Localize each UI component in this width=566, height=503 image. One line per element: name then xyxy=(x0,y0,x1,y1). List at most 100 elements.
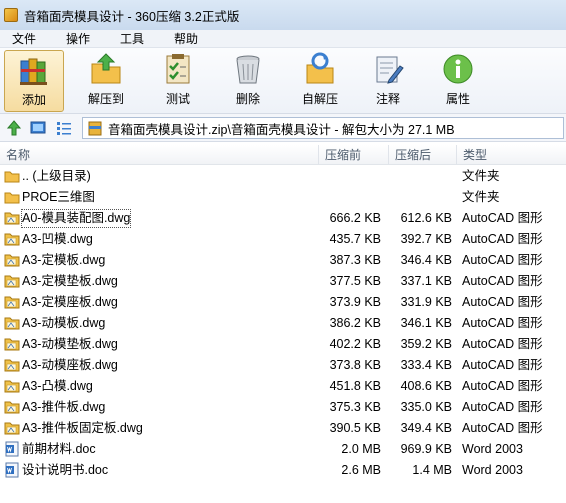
file-size: 402.2 KB xyxy=(329,337,381,351)
file-packed-size: 335.0 KB xyxy=(400,400,452,414)
file-packed-size: 612.6 KB xyxy=(400,211,452,225)
file-row[interactable]: A3-定模板.dwg 387.3 KB 346.4 KB AutoCAD 图形 xyxy=(0,250,566,271)
dwg-file-icon xyxy=(4,233,20,246)
file-row[interactable]: A3-动模板.dwg 386.2 KB 346.1 KB AutoCAD 图形 xyxy=(0,313,566,334)
test-checklist-icon xyxy=(166,54,190,84)
title-bar: 音箱面壳模具设计 - 360压缩 3.2正式版 xyxy=(0,0,566,30)
file-type: AutoCAD 图形 xyxy=(462,400,543,414)
file-row[interactable]: 设计说明书.doc 2.6 MB 1.4 MB Word 2003 xyxy=(0,460,566,481)
file-name: A3-定模座板.dwg xyxy=(22,295,118,309)
self-extract-icon xyxy=(306,52,334,84)
file-row[interactable]: A3-定模座板.dwg 373.9 KB 331.9 KB AutoCAD 图形 xyxy=(0,292,566,313)
add-label: 添加 xyxy=(21,93,46,107)
file-row[interactable]: A3-凹模.dwg 435.7 KB 392.7 KB AutoCAD 图形 xyxy=(0,229,566,250)
file-row[interactable]: A3-推件板.dwg 375.3 KB 335.0 KB AutoCAD 图形 xyxy=(0,397,566,418)
up-arrow-icon[interactable] xyxy=(6,120,22,136)
thumbnail-view-icon[interactable] xyxy=(30,120,46,136)
dwg-file-icon xyxy=(4,275,20,288)
file-packed-size: 346.1 KB xyxy=(400,316,452,330)
menu-operation[interactable]: 操作 xyxy=(60,30,96,47)
add-button[interactable]: 添加 xyxy=(4,50,64,112)
file-size: 390.5 KB xyxy=(329,421,381,435)
column-name[interactable]: 名称 xyxy=(0,145,318,165)
file-type: AutoCAD 图形 xyxy=(462,232,543,246)
test-label: 测试 xyxy=(165,92,190,106)
properties-label: 属性 xyxy=(445,92,470,106)
window-title: 音箱面壳模具设计 - 360压缩 3.2正式版 xyxy=(24,9,240,24)
address-path: 音箱面壳模具设计.zip\音箱面壳模具设计 - 解包大小为 27.1 MB xyxy=(108,122,455,137)
file-type: AutoCAD 图形 xyxy=(462,358,543,372)
file-row[interactable]: A0-模具装配图.dwg 666.2 KB 612.6 KB AutoCAD 图形 xyxy=(0,208,566,229)
archive-icon xyxy=(88,121,102,136)
dwg-file-icon xyxy=(4,401,20,414)
file-type: 文件夹 xyxy=(462,190,500,204)
file-row[interactable]: A3-动模垫板.dwg 402.2 KB 359.2 KB AutoCAD 图形 xyxy=(0,334,566,355)
column-type[interactable]: 类型 xyxy=(456,145,566,165)
file-packed-size xyxy=(388,189,452,206)
file-type: AutoCAD 图形 xyxy=(462,316,543,330)
file-row[interactable]: 前期材料.doc 2.0 MB 969.9 KB Word 2003 xyxy=(0,439,566,460)
file-packed-size: 331.9 KB xyxy=(400,295,452,309)
file-packed-size: 392.7 KB xyxy=(400,232,452,246)
toolbar: 添加 解压到 测试 删除 自解压 注释 属性 xyxy=(0,48,566,114)
file-row[interactable]: .. (上级目录) 文件夹 xyxy=(0,166,566,187)
file-size: 375.3 KB xyxy=(329,400,381,414)
comment-notepad-icon xyxy=(376,56,404,84)
file-packed-size: 969.9 KB xyxy=(400,442,452,456)
menu-bar: 文件 操作 工具 帮助 xyxy=(0,30,566,48)
file-size: 451.8 KB xyxy=(329,379,381,393)
delete-trash-icon xyxy=(236,55,260,84)
file-name: A3-动模垫板.dwg xyxy=(22,337,118,351)
file-packed-size: 337.1 KB xyxy=(400,274,452,288)
properties-button[interactable]: 属性 xyxy=(428,50,488,112)
file-name: A3-动模板.dwg xyxy=(22,316,106,330)
dwg-file-icon xyxy=(4,296,20,309)
file-type: Word 2003 xyxy=(462,442,523,456)
file-name: A3-定模垫板.dwg xyxy=(22,274,118,288)
address-field[interactable]: 音箱面壳模具设计.zip\音箱面壳模具设计 - 解包大小为 27.1 MB xyxy=(82,117,564,139)
menu-tools[interactable]: 工具 xyxy=(114,30,150,47)
dwg-file-icon xyxy=(4,212,20,225)
add-books-icon xyxy=(20,58,47,85)
file-row[interactable]: A3-推件板固定板.dwg 390.5 KB 349.4 KB AutoCAD 图形 xyxy=(0,418,566,439)
test-button[interactable]: 测试 xyxy=(148,50,208,112)
menu-help[interactable]: 帮助 xyxy=(168,30,204,47)
list-view-icon[interactable] xyxy=(56,120,72,136)
file-name: PROE三维图 xyxy=(22,190,95,204)
menu-file[interactable]: 文件 xyxy=(6,30,42,47)
file-type: AutoCAD 图形 xyxy=(462,337,543,351)
file-size: 377.5 KB xyxy=(329,274,381,288)
file-size: 2.6 MB xyxy=(341,463,381,477)
delete-button[interactable]: 删除 xyxy=(218,50,278,112)
file-name: A3-推件板.dwg xyxy=(22,400,106,414)
column-packed[interactable]: 压缩后 xyxy=(388,145,456,165)
file-type: AutoCAD 图形 xyxy=(462,295,543,309)
file-size: 666.2 KB xyxy=(329,211,381,225)
comment-button[interactable]: 注释 xyxy=(358,50,418,112)
extract-to-button[interactable]: 解压到 xyxy=(76,50,136,112)
file-size: 2.0 MB xyxy=(341,442,381,456)
file-packed-size: 346.4 KB xyxy=(400,253,452,267)
file-name: A3-动模座板.dwg xyxy=(22,358,118,372)
delete-label: 删除 xyxy=(235,92,260,106)
file-name: 前期材料.doc xyxy=(22,442,96,456)
dwg-file-icon xyxy=(4,338,20,351)
file-packed-size: 408.6 KB xyxy=(400,379,452,393)
comment-label: 注释 xyxy=(375,92,400,106)
dwg-file-icon xyxy=(4,317,20,330)
file-type: 文件夹 xyxy=(462,169,500,183)
file-type: AutoCAD 图形 xyxy=(462,211,543,225)
file-row[interactable]: A3-动模座板.dwg 373.8 KB 333.4 KB AutoCAD 图形 xyxy=(0,355,566,376)
file-name: A3-凹模.dwg xyxy=(22,232,93,246)
self-extract-button[interactable]: 自解压 xyxy=(290,50,350,112)
doc-file-icon xyxy=(5,441,19,457)
column-size[interactable]: 压缩前 xyxy=(318,145,388,165)
file-row[interactable]: PROE三维图 文件夹 xyxy=(0,187,566,208)
folder-icon xyxy=(4,171,20,183)
file-row[interactable]: A3-凸模.dwg 451.8 KB 408.6 KB AutoCAD 图形 xyxy=(0,376,566,397)
file-name: A3-凸模.dwg xyxy=(22,379,93,393)
dwg-file-icon xyxy=(4,254,20,267)
file-size: 373.8 KB xyxy=(329,358,381,372)
file-row[interactable]: A3-定模垫板.dwg 377.5 KB 337.1 KB AutoCAD 图形 xyxy=(0,271,566,292)
file-packed-size: 349.4 KB xyxy=(400,421,452,435)
